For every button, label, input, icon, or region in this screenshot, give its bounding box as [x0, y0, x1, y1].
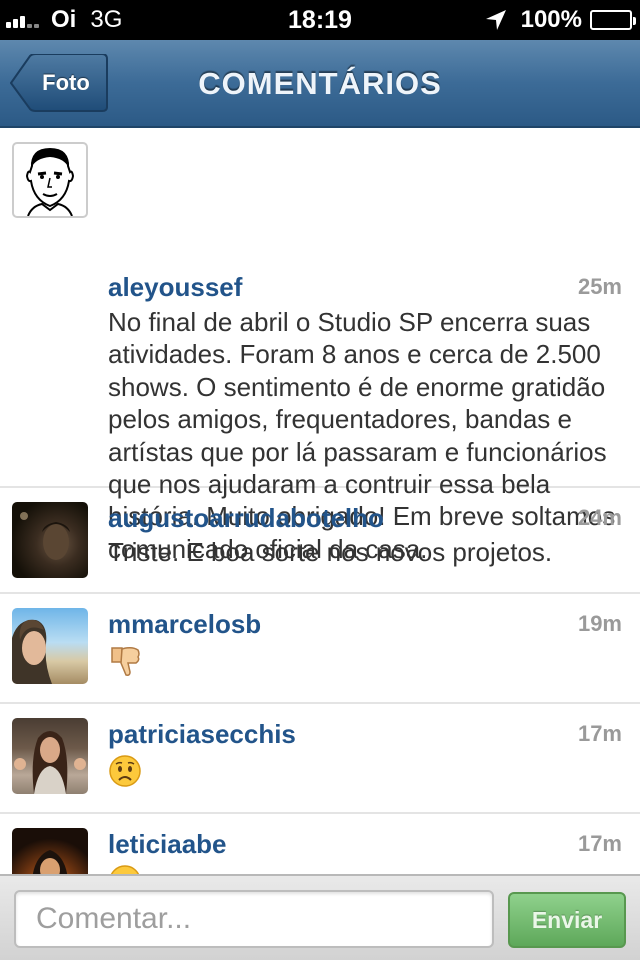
worried-face-icon [109, 755, 141, 787]
comment-username[interactable]: patriciasecchis [108, 718, 296, 750]
battery-icon [590, 10, 636, 30]
comment-input[interactable] [14, 890, 494, 948]
battery-percent: 100% [520, 6, 582, 33]
avatar[interactable] [12, 502, 88, 578]
location-arrow-icon [485, 10, 506, 30]
comment-timestamp: 19m [577, 611, 622, 636]
avatar-photo-icon [20, 512, 70, 560]
comment-item: leticiaabe 17m [0, 814, 640, 874]
avatar-photo-icon [32, 850, 68, 874]
status-bar: Oi 3G 18:19 100% [0, 0, 640, 40]
comment-item: aleyoussef 25m No final de abril o Studi… [0, 128, 640, 564]
page-title: COMENTÁRIOS [198, 66, 442, 101]
avatar-sketch-face-icon [25, 148, 75, 216]
comment-timestamp: 17m [577, 831, 622, 856]
back-button[interactable]: Foto [10, 54, 108, 112]
comment-username[interactable]: augustoarrudabotelho [108, 502, 384, 534]
comment-item: augustoarrudabotelho 24m Triste. E boa s… [0, 488, 640, 594]
avatar[interactable] [12, 608, 88, 684]
comment-list[interactable]: aleyoussef 25m No final de abril o Studi… [0, 128, 640, 874]
comment-item: mmarcelosb 19m [0, 594, 640, 704]
navigation-bar: Foto COMENTÁRIOS [0, 40, 640, 128]
comment-text: Triste. E boa sorte nos novos projetos. [108, 537, 553, 567]
status-right: 100% [485, 5, 636, 35]
send-button[interactable]: Enviar [508, 892, 626, 948]
comment-timestamp: 24m [577, 505, 622, 530]
comment-timestamp: 25m [577, 274, 622, 299]
compose-bar: Enviar [0, 874, 640, 960]
comment-username[interactable]: aleyoussef [108, 271, 242, 303]
avatar-photo-icon [12, 619, 52, 684]
avatar-photo-icon [14, 731, 86, 794]
comment-timestamp: 17m [577, 721, 622, 746]
comment-username[interactable]: leticiaabe [108, 828, 227, 860]
avatar[interactable] [12, 142, 88, 218]
avatar[interactable] [12, 828, 88, 874]
face-icon [110, 865, 140, 874]
avatar[interactable] [12, 718, 88, 794]
comment-username[interactable]: mmarcelosb [108, 608, 261, 640]
back-button-label: Foto [42, 70, 90, 95]
thumbs-down-icon [111, 646, 140, 676]
comment-item: patriciasecchis 17m [0, 704, 640, 814]
